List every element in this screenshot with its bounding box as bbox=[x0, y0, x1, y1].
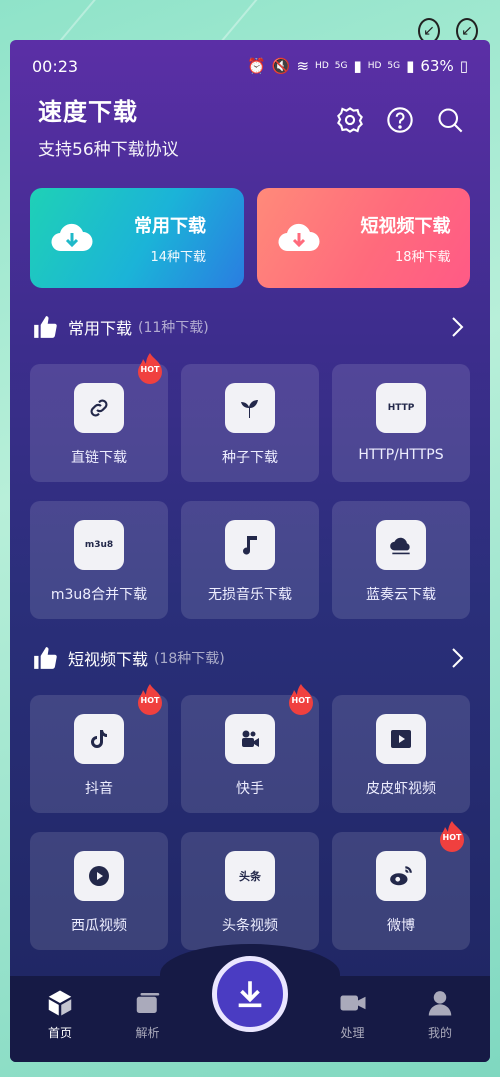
cloud-icon bbox=[376, 520, 426, 570]
battery-percent: 63% bbox=[420, 57, 454, 75]
tile-label: 种子下载 bbox=[222, 450, 278, 466]
tile-douyin[interactable]: HOT 抖音 bbox=[30, 684, 168, 813]
tile-label: HTTP/HTTPS bbox=[358, 447, 444, 463]
thumbs-up-icon bbox=[34, 647, 57, 669]
tile-weibo[interactable]: HOT 微博 bbox=[332, 821, 470, 950]
tile-pipixia[interactable]: 皮皮虾视频 bbox=[332, 695, 470, 813]
nav-label: 处理 bbox=[340, 1026, 365, 1040]
network-hd-label: HD bbox=[315, 61, 329, 71]
signal-icon: ▮ bbox=[353, 57, 362, 75]
status-bar: 00:23 ⏰ 🔇 ≋ HD 5G ▮ HD 5G ▮ 63% ▯ bbox=[10, 40, 490, 80]
toutiao-icon: 头条 bbox=[225, 851, 275, 901]
nav-home[interactable]: 首页 bbox=[30, 988, 90, 1062]
card-title: 短视频下载 bbox=[360, 215, 451, 237]
tile-lossless-music[interactable]: 无损音乐下载 bbox=[181, 501, 319, 619]
section-header-short-video[interactable]: 短视频下载 (18种下载) bbox=[10, 643, 490, 673]
music-note-icon bbox=[225, 520, 275, 570]
network-5g-label: 5G bbox=[334, 61, 348, 71]
tiktok-icon bbox=[74, 714, 124, 764]
m3u8-icon: m3u8 bbox=[74, 520, 124, 570]
tile-label: m3u8合并下载 bbox=[50, 587, 148, 603]
tile-label: 快手 bbox=[236, 781, 264, 797]
signal-icon-2: ▮ bbox=[406, 57, 415, 75]
wifi-icon: ≋ bbox=[296, 57, 310, 75]
common-download-card[interactable]: 常用下载 14种下载 bbox=[30, 188, 244, 288]
tile-label: 无损音乐下载 bbox=[208, 587, 292, 603]
nav-label: 我的 bbox=[427, 1026, 452, 1040]
app-subtitle: 支持56种下载协议 bbox=[38, 140, 179, 160]
cloud-download-icon bbox=[51, 223, 93, 252]
mute-icon: 🔇 bbox=[271, 57, 291, 75]
tile-kuaishou[interactable]: HOT 快手 bbox=[181, 684, 319, 813]
search-icon[interactable] bbox=[436, 106, 464, 134]
hot-badge: HOT bbox=[287, 683, 315, 717]
nav-label: 解析 bbox=[135, 1026, 160, 1040]
play-circle-icon bbox=[74, 851, 124, 901]
hot-badge: HOT bbox=[136, 352, 164, 386]
nav-label: 首页 bbox=[47, 1026, 72, 1040]
section-title: 常用下载 bbox=[68, 319, 133, 338]
weibo-icon bbox=[376, 851, 426, 901]
chevron-right-icon[interactable] bbox=[450, 646, 466, 670]
section-title: 短视频下载 bbox=[68, 650, 149, 669]
http-icon: HTTP bbox=[376, 383, 426, 433]
tile-m3u8[interactable]: m3u8 m3u8合并下载 bbox=[30, 501, 168, 619]
download-fab-button[interactable] bbox=[212, 956, 288, 1032]
tile-label: 头条视频 bbox=[222, 918, 278, 934]
status-time: 00:23 bbox=[32, 56, 79, 76]
tile-http[interactable]: HTTP HTTP/HTTPS bbox=[332, 364, 470, 482]
alarm-icon: ⏰ bbox=[247, 57, 266, 75]
network-5g-label-2: 5G bbox=[387, 61, 401, 71]
section-count: (18种下载) bbox=[154, 651, 225, 667]
user-icon bbox=[428, 991, 452, 1016]
tile-toutiao[interactable]: 头条 头条视频 bbox=[181, 832, 319, 950]
nav-parse[interactable]: 解析 bbox=[118, 988, 178, 1062]
settings-icon[interactable] bbox=[336, 106, 364, 134]
battery-icon: ▯ bbox=[459, 57, 468, 75]
cloud-download-icon bbox=[277, 223, 319, 252]
download-icon bbox=[238, 981, 262, 1008]
hot-badge: HOT bbox=[136, 683, 164, 717]
app-header: 速度下载 支持56种下载协议 bbox=[10, 80, 490, 160]
tile-label: 微博 bbox=[387, 918, 415, 934]
home-cube-icon bbox=[48, 990, 72, 1016]
app-screen: 00:23 ⏰ 🔇 ≋ HD 5G ▮ HD 5G ▮ 63% ▯ 速度下载 支… bbox=[10, 40, 490, 1062]
video-camera-icon bbox=[340, 995, 365, 1011]
chevron-right-icon[interactable] bbox=[450, 315, 466, 339]
tile-label: 皮皮虾视频 bbox=[366, 781, 436, 797]
tile-label: 西瓜视频 bbox=[71, 918, 127, 934]
tile-label: 抖音 bbox=[85, 781, 113, 797]
app-title: 速度下载 bbox=[38, 98, 138, 126]
tile-torrent[interactable]: 种子下载 bbox=[181, 364, 319, 482]
kuaishou-icon bbox=[225, 714, 275, 764]
nav-process[interactable]: 处理 bbox=[323, 988, 383, 1062]
network-hd-label-2: HD bbox=[367, 61, 382, 71]
feature-cards: 常用下载 14种下载 短视频下载 18种下载 bbox=[10, 188, 490, 288]
play-square-icon bbox=[376, 714, 426, 764]
tile-direct-link[interactable]: HOT 直链下载 bbox=[30, 353, 168, 482]
tile-lanzou-cloud[interactable]: 蓝奏云下载 bbox=[332, 501, 470, 619]
thumbs-up-icon bbox=[34, 316, 57, 338]
help-icon[interactable] bbox=[386, 106, 414, 134]
sprout-icon bbox=[225, 383, 275, 433]
tile-label: 直链下载 bbox=[71, 450, 127, 466]
section-count: (11种下载) bbox=[138, 320, 209, 336]
common-download-grid: HOT 直链下载 种子下载 HTTP HTTP/HTTPS m3u8 m3u8合… bbox=[10, 353, 490, 619]
short-video-grid: HOT 抖音 HOT 快手 皮皮虾视频 西瓜视频 头条 头条视频 HOT 微博 bbox=[10, 684, 490, 950]
short-video-download-card[interactable]: 短视频下载 18种下载 bbox=[256, 188, 470, 288]
hot-badge: HOT bbox=[438, 820, 466, 854]
card-subtitle: 14种下载 bbox=[150, 249, 206, 265]
section-header-common[interactable]: 常用下载 (11种下载) bbox=[10, 312, 490, 342]
card-title: 常用下载 bbox=[134, 215, 206, 237]
link-icon bbox=[74, 383, 124, 433]
nav-profile[interactable]: 我的 bbox=[410, 988, 470, 1062]
tile-xigua[interactable]: 西瓜视频 bbox=[30, 832, 168, 950]
card-subtitle: 18种下载 bbox=[394, 249, 451, 265]
tile-label: 蓝奏云下载 bbox=[366, 587, 436, 603]
cards-icon bbox=[136, 993, 159, 1013]
bottom-nav: 首页 解析 处理 我的 bbox=[10, 944, 490, 1062]
